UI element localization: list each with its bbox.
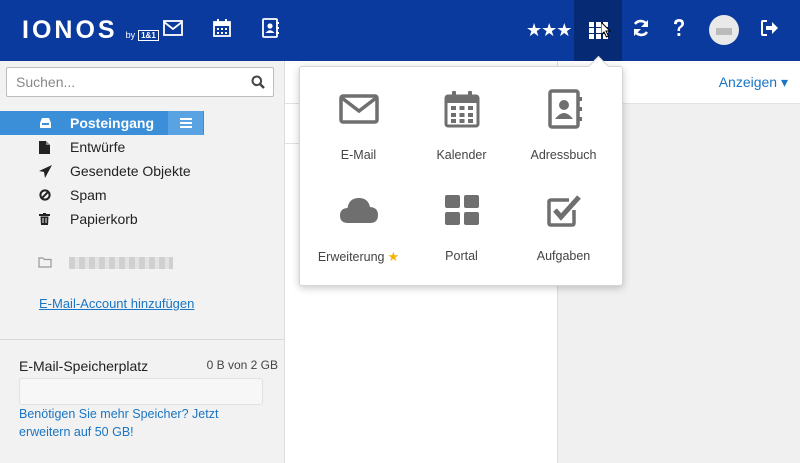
- storage-value: 0 B von 2 GB: [206, 358, 278, 372]
- calendar-icon[interactable]: [210, 16, 234, 40]
- app-label: E-Mail: [340, 148, 377, 162]
- task-checkbox-icon: [544, 190, 584, 230]
- search-input[interactable]: [7, 68, 241, 96]
- avatar[interactable]: [709, 15, 739, 45]
- cloud-icon: [339, 190, 379, 230]
- folder-outline-icon[interactable]: [38, 256, 52, 271]
- apps-popup-menu: E-Mail Kalender Adressbuch Erweiterung ★ …: [299, 66, 623, 286]
- folder-label: Papierkorb: [70, 211, 138, 227]
- add-email-account-link[interactable]: E-Mail-Account hinzufügen: [39, 296, 194, 311]
- storage-progress-bar: [19, 378, 263, 405]
- view-options-dropdown[interactable]: Anzeigen ▾: [719, 74, 788, 91]
- mouse-cursor: [600, 20, 612, 41]
- mail-icon: [339, 89, 379, 129]
- top-bar: IONOS by 1&1 ★★★: [0, 0, 800, 61]
- draft-icon: [39, 141, 51, 154]
- logo-text: IONOS: [22, 16, 118, 44]
- addressbook-icon: [544, 89, 584, 129]
- app-tile-addressbook[interactable]: Adressbuch: [510, 67, 617, 167]
- logo-badge: 1&1: [138, 30, 159, 41]
- sidebar: Posteingang Entwürfe Gesendete Objekte S…: [0, 61, 285, 463]
- storage-section: E-Mail-Speicherplatz 0 B von 2 GB Benöti…: [0, 339, 284, 439]
- storage-title: E-Mail-Speicherplatz: [19, 358, 149, 374]
- app-tile-portal[interactable]: Portal: [408, 168, 515, 268]
- folder-label: Entwürfe: [70, 139, 126, 155]
- app-label-text: Erweiterung: [317, 250, 385, 264]
- folder-item-drafts[interactable]: Entwürfe: [0, 135, 284, 159]
- help-icon[interactable]: [667, 16, 691, 40]
- folder-menu-button[interactable]: [168, 111, 203, 135]
- folder-item-spam[interactable]: Spam: [0, 183, 284, 207]
- mail-icon[interactable]: [161, 16, 185, 40]
- apps-menu-button[interactable]: [574, 0, 622, 61]
- folder-list: Posteingang Entwürfe Gesendete Objekte S…: [0, 111, 284, 231]
- app-tile-calendar[interactable]: Kalender: [408, 67, 515, 167]
- portal-grid-icon: [442, 190, 482, 230]
- refresh-icon[interactable]: [629, 16, 653, 40]
- folder-label: Posteingang: [70, 115, 155, 131]
- ban-icon: [39, 189, 51, 201]
- folder-label: Gesendete Objekte: [70, 163, 191, 179]
- search-icon[interactable]: [251, 75, 265, 92]
- app-label: Erweiterung ★: [305, 249, 412, 265]
- app-tile-tasks[interactable]: Aufgaben: [510, 168, 617, 268]
- rating-stars[interactable]: ★★★: [526, 20, 572, 40]
- calendar-icon: [442, 89, 482, 129]
- trash-icon: [39, 213, 51, 225]
- folder-label: Spam: [70, 187, 107, 203]
- folder-item-sent[interactable]: Gesendete Objekte: [0, 159, 284, 183]
- storage-upgrade-link[interactable]: Benötigen Sie mehr Speicher? Jetzt erwei…: [19, 405, 269, 441]
- blurred-folder-name[interactable]: [69, 257, 173, 269]
- ionos-logo[interactable]: IONOS by 1&1: [22, 16, 159, 44]
- folder-item-trash[interactable]: Papierkorb: [0, 207, 284, 231]
- app-tile-email[interactable]: E-Mail: [305, 67, 412, 167]
- star-icon: ★: [387, 249, 400, 264]
- paper-plane-icon: [39, 165, 52, 178]
- app-label: Kalender: [436, 148, 487, 162]
- app-label: Portal: [445, 249, 478, 263]
- search-box: [6, 67, 274, 97]
- app-label: Adressbuch: [530, 148, 597, 162]
- app-tile-extension[interactable]: Erweiterung ★: [305, 168, 412, 268]
- logo-by-text: by: [125, 30, 136, 40]
- app-label: Aufgaben: [536, 249, 591, 263]
- logout-icon[interactable]: [758, 16, 782, 40]
- addressbook-icon[interactable]: [258, 16, 282, 40]
- inbox-icon: [39, 117, 51, 129]
- folder-item-inbox[interactable]: Posteingang: [0, 111, 204, 135]
